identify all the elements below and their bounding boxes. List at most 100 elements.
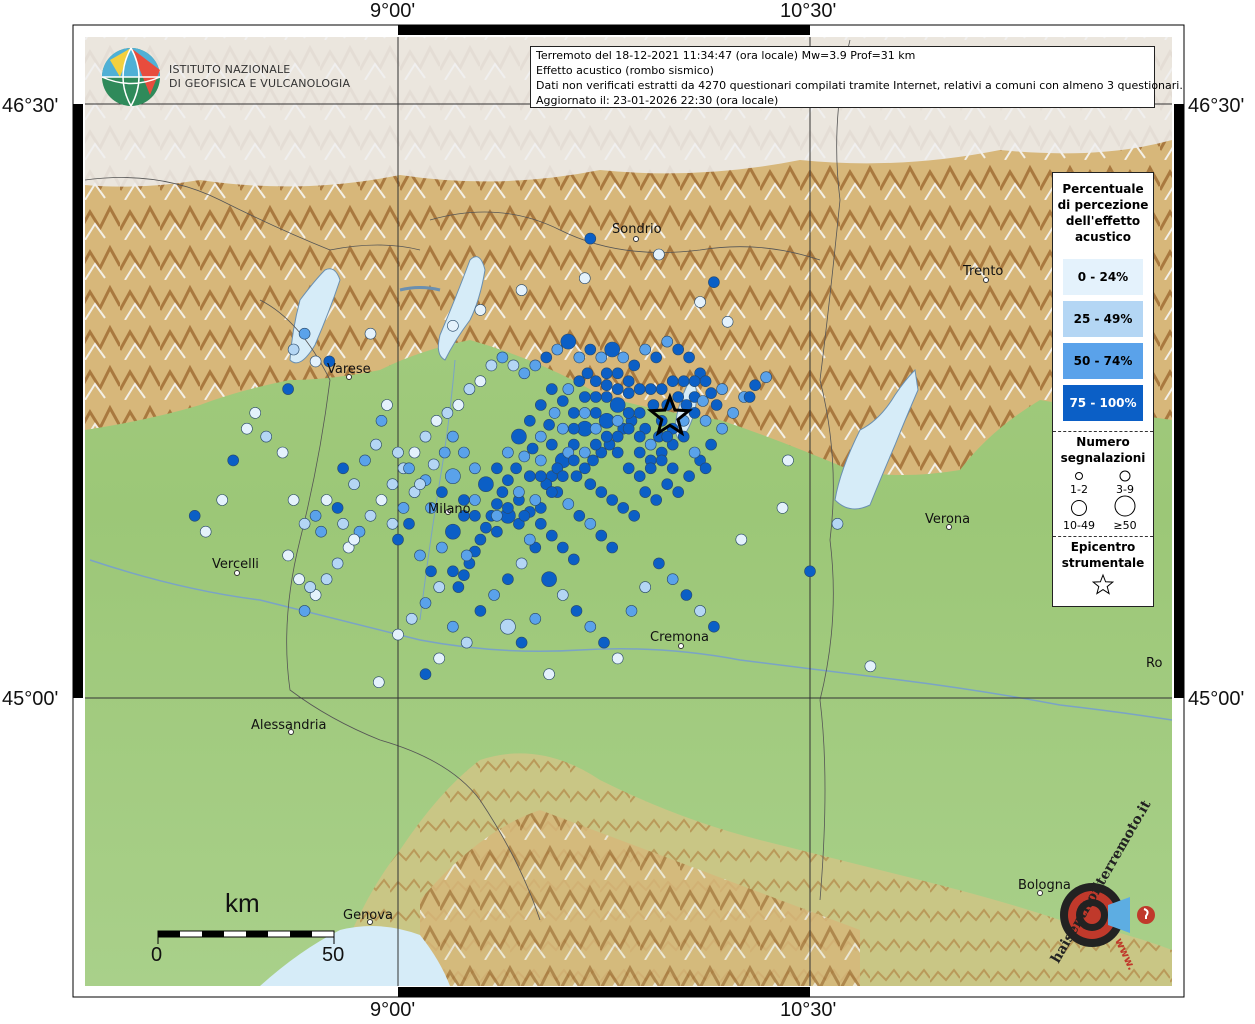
macroseismic-point <box>315 525 327 538</box>
epicenter-title: Epicentro strumentale <box>1053 539 1153 571</box>
macroseismic-point <box>370 438 382 451</box>
macroseismic-point <box>392 628 404 641</box>
macroseismic-point <box>545 383 558 395</box>
epicenter-legend-star-icon <box>1091 573 1115 595</box>
macroseismic-point <box>683 470 695 483</box>
macroseismic-point <box>491 462 503 475</box>
macroseismic-point <box>556 470 569 483</box>
city-trento: Trento <box>963 264 1004 279</box>
macroseismic-point <box>381 399 393 411</box>
macroseismic-point <box>502 446 514 459</box>
macroseismic-point <box>375 414 388 427</box>
macroseismic-point <box>578 272 591 285</box>
legend-title-line: di percezione <box>1057 198 1149 212</box>
macroseismic-point <box>567 407 580 419</box>
macroseismic-point <box>551 343 564 356</box>
macroseismic-point <box>606 541 619 554</box>
macroseismic-point <box>595 486 608 498</box>
legend-title-line: Percentuale <box>1062 182 1144 196</box>
macroseismic-point <box>507 359 520 372</box>
event-info-line-1: Terremoto del 18-12-2021 11:34:47 (ora l… <box>536 49 916 62</box>
macroseismic-point <box>639 486 652 498</box>
macroseismic-point <box>644 383 657 395</box>
macroseismic-point <box>727 407 739 419</box>
macroseismic-point <box>249 407 261 419</box>
macroseismic-point <box>469 509 481 522</box>
legend-title-line: dell'effetto <box>1065 214 1141 228</box>
macroseismic-point <box>447 430 459 443</box>
macroseismic-point <box>661 478 674 491</box>
macroseismic-point <box>414 478 426 491</box>
macroseismic-point <box>433 581 446 593</box>
macroseismic-point <box>419 430 432 443</box>
macroseismic-point <box>864 660 877 673</box>
lat-label-left-top: 46°30' <box>2 95 59 117</box>
lon-label-top-right: 10°30' <box>780 0 837 22</box>
macroseismic-point <box>831 517 844 530</box>
macroseismic-point <box>511 428 527 445</box>
macroseismic-point <box>611 414 624 427</box>
macroseismic-point <box>639 581 652 593</box>
macroseismic-point <box>573 509 586 522</box>
macroseismic-point <box>716 383 728 395</box>
scale-max-label: 50 <box>322 944 345 966</box>
macroseismic-point <box>560 333 577 350</box>
macroseismic-point <box>644 462 657 475</box>
macroseismic-point <box>628 509 641 522</box>
macroseismic-point <box>386 478 399 491</box>
macroseismic-point <box>460 549 473 562</box>
macroseismic-point <box>458 569 470 582</box>
macroseismic-point <box>515 284 528 296</box>
macroseismic-point <box>287 343 300 356</box>
macroseismic-point <box>639 343 652 356</box>
macroseismic-point <box>699 462 712 475</box>
macroseismic-point <box>556 422 569 435</box>
event-info-line-2: Effetto acustico (rombo sismico) <box>536 64 714 77</box>
macroseismic-point <box>502 573 514 586</box>
macroseismic-point <box>452 581 465 593</box>
macroseismic-point <box>447 319 459 332</box>
macroseismic-point <box>584 517 597 530</box>
count-size-4: ≥50 <box>1113 519 1136 532</box>
macroseismic-point <box>502 474 514 487</box>
macroseismic-point <box>529 359 542 372</box>
macroseismic-point <box>556 589 569 601</box>
macroseismic-point <box>227 454 239 467</box>
macroseismic-point <box>364 509 377 522</box>
macroseismic-point <box>276 446 289 459</box>
legend-class-50-74: 50 - 74% <box>1063 343 1143 379</box>
macroseismic-point <box>491 509 503 522</box>
macroseismic-point <box>543 668 555 681</box>
macroseismic-point <box>622 462 635 475</box>
macroseismic-point <box>518 509 531 522</box>
macroseismic-point <box>655 454 668 467</box>
macroseismic-point <box>447 565 459 578</box>
macroseismic-point <box>570 470 583 483</box>
macroseismic-point <box>414 549 426 562</box>
macroseismic-point <box>545 529 558 542</box>
macroseismic-point <box>694 605 706 617</box>
macroseismic-point <box>600 379 613 392</box>
macroseismic-point <box>776 502 789 514</box>
count-title: Numero segnalazioni <box>1053 434 1153 466</box>
macroseismic-point <box>199 525 212 538</box>
count-size-3: 10-49 <box>1063 519 1095 532</box>
macroseismic-point <box>562 498 575 510</box>
macroseismic-point <box>188 509 201 522</box>
macroseismic-point <box>611 367 624 380</box>
macroseismic-point <box>485 359 498 372</box>
macroseismic-point <box>653 248 665 261</box>
macroseismic-point <box>633 407 646 419</box>
macroseismic-point <box>589 438 602 451</box>
macroseismic-point <box>491 498 503 510</box>
macroseismic-point <box>584 232 597 245</box>
macroseismic-point <box>562 383 575 395</box>
macroseismic-point <box>419 668 432 681</box>
macroseismic-point <box>589 391 602 403</box>
macroseismic-point <box>694 296 706 308</box>
city-sondrio: Sondrio <box>612 222 662 237</box>
macroseismic-point <box>458 446 470 459</box>
legend-title-line: acustico <box>1074 230 1132 244</box>
macroseismic-point <box>661 430 674 443</box>
logo-line-1: ISTITUTO NAZIONALE <box>169 63 291 76</box>
